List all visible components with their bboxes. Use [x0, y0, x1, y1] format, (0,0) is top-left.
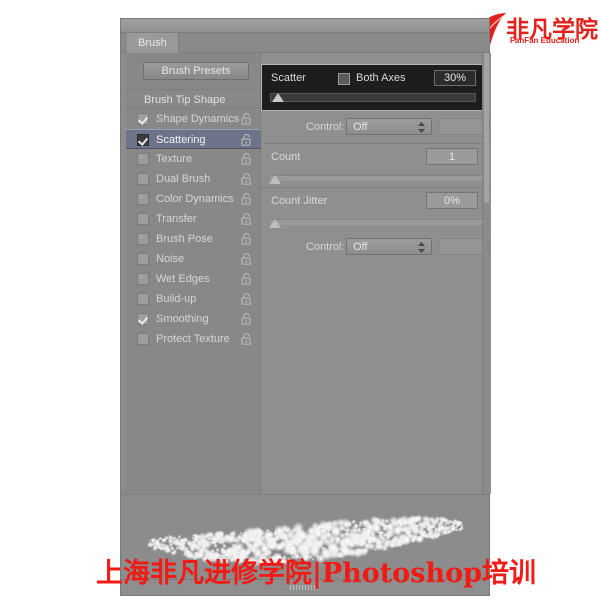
option-checkbox[interactable] — [137, 213, 149, 225]
option-checkbox[interactable] — [137, 153, 149, 165]
chevron-updown-icon — [418, 242, 425, 253]
option-label: Noise — [156, 253, 185, 265]
brush-option-brush-pose[interactable]: Brush Pose — [126, 229, 261, 249]
panel-content: Brush Presets Brush Tip Shape Shape Dyna… — [121, 53, 491, 494]
watermark-text: 上海非凡进修学院|Photoshop培训 — [96, 558, 536, 589]
option-checkbox[interactable] — [137, 293, 149, 305]
option-checkbox[interactable] — [137, 193, 149, 205]
both-axes-checkbox[interactable] — [338, 73, 350, 85]
divider — [262, 187, 491, 188]
lock-open-icon[interactable] — [241, 252, 252, 265]
count-jitter-value-field[interactable]: 0% — [426, 192, 478, 209]
option-checkbox[interactable] — [137, 173, 149, 185]
option-label: Protect Texture — [156, 333, 230, 345]
option-checkbox[interactable] — [137, 313, 149, 325]
lock-open-icon[interactable] — [241, 332, 252, 345]
count-slider[interactable] — [269, 175, 483, 184]
lock-open-icon[interactable] — [241, 232, 252, 245]
option-label: Color Dynamics — [156, 193, 234, 205]
scatter-value-field[interactable]: 30% — [434, 70, 476, 86]
count-jitter-slider-knob[interactable] — [269, 219, 281, 228]
brush-option-dual-brush[interactable]: Dual Brush — [126, 169, 261, 189]
scrollbar-thumb[interactable] — [484, 53, 489, 203]
option-label: Transfer — [156, 213, 197, 225]
option-label: Scattering — [156, 134, 206, 146]
scatter-control-label: Control: — [306, 121, 345, 133]
lock-open-icon[interactable] — [241, 192, 252, 205]
option-label: Shape Dynamics — [156, 113, 240, 125]
option-label: Texture — [156, 153, 193, 165]
brush-option-shape-dynamics[interactable]: Shape Dynamics — [126, 109, 261, 129]
brush-option-wet-edges[interactable]: Wet Edges — [126, 269, 261, 289]
count-value-field[interactable]: 1 — [426, 148, 478, 165]
lock-open-icon[interactable] — [241, 272, 252, 285]
brush-option-protect-texture[interactable]: Protect Texture — [126, 329, 261, 349]
lock-open-icon[interactable] — [241, 112, 252, 125]
brush-options-list: Brush Presets Brush Tip Shape Shape Dyna… — [126, 53, 261, 494]
option-checkbox[interactable] — [137, 333, 149, 345]
lock-open-icon[interactable] — [241, 172, 252, 185]
option-checkbox[interactable] — [137, 113, 149, 125]
chevron-updown-icon — [418, 122, 425, 133]
scatter-label: Scatter — [271, 72, 306, 84]
lock-open-icon[interactable] — [241, 152, 252, 165]
logo-english-text: FanFan Education — [510, 36, 580, 45]
scatter-control-select[interactable]: Off — [346, 118, 432, 135]
count-jitter-control-label: Control: — [306, 241, 345, 253]
option-label: Build-up — [156, 293, 197, 305]
scatter-slider[interactable] — [270, 93, 476, 102]
count-slider-knob[interactable] — [269, 175, 281, 184]
option-label: Brush Pose — [156, 233, 213, 245]
scatter-slider-knob[interactable] — [272, 93, 284, 102]
brush-option-smoothing[interactable]: Smoothing — [126, 309, 261, 329]
fanfan-education-logo: 非凡学院 FanFan Education — [474, 10, 598, 50]
count-jitter-label: Count Jitter — [271, 195, 328, 207]
scattering-controls: Scatter Both Axes 30% Control: Off Count… — [262, 53, 491, 494]
brush-option-rows: Shape Dynamics Scattering Texture Dual Brus… — [126, 109, 261, 349]
option-label: Dual Brush — [156, 173, 211, 185]
option-checkbox[interactable] — [137, 273, 149, 285]
option-checkbox[interactable] — [137, 233, 149, 245]
brush-panel: Brush Brush Presets Brush Tip Shape Shap… — [120, 18, 491, 596]
brush-option-color-dynamics[interactable]: Color Dynamics — [126, 189, 261, 209]
scatter-group: Scatter Both Axes 30% — [262, 65, 484, 110]
option-label: Smoothing — [156, 313, 209, 325]
brush-option-texture[interactable]: Texture — [126, 149, 261, 169]
lock-open-icon[interactable] — [241, 212, 252, 225]
brush-tip-shape-item[interactable]: Brush Tip Shape — [126, 89, 261, 109]
brush-option-build-up[interactable]: Build-up — [126, 289, 261, 309]
tab-brush[interactable]: Brush — [127, 33, 179, 53]
both-axes-label: Both Axes — [356, 72, 406, 84]
option-checkbox[interactable] — [137, 253, 149, 265]
brush-option-transfer[interactable]: Transfer — [126, 209, 261, 229]
lock-open-icon[interactable] — [241, 133, 252, 146]
lock-open-icon[interactable] — [241, 292, 252, 305]
brush-option-noise[interactable]: Noise — [126, 249, 261, 269]
count-label: Count — [271, 151, 301, 163]
option-label: Wet Edges — [156, 273, 210, 285]
brush-option-scattering[interactable]: Scattering — [126, 129, 261, 149]
brush-presets-button[interactable]: Brush Presets — [143, 62, 249, 80]
option-checkbox[interactable] — [137, 134, 149, 146]
panel-scrollbar[interactable] — [482, 53, 489, 494]
divider — [262, 143, 491, 144]
panel-titlebar[interactable] — [121, 19, 489, 33]
lock-open-icon[interactable] — [241, 312, 252, 325]
count-jitter-slider[interactable] — [269, 219, 483, 228]
count-jitter-control-select[interactable]: Off — [346, 238, 432, 255]
panel-tabstrip: Brush — [121, 33, 489, 53]
